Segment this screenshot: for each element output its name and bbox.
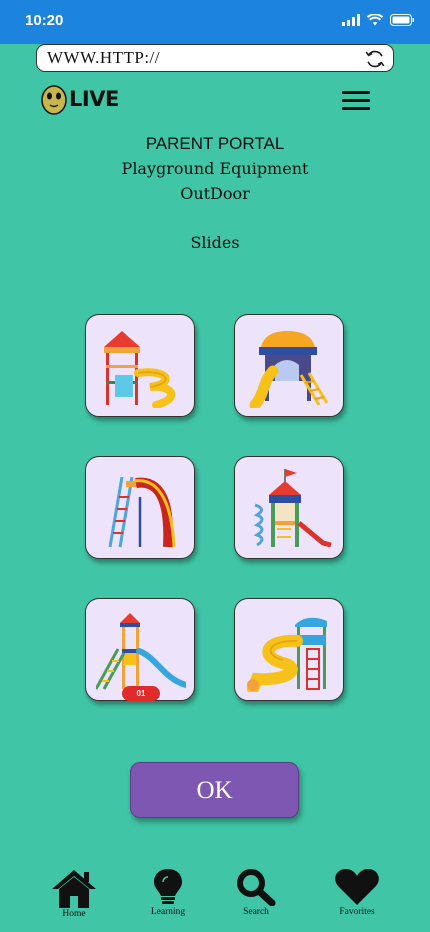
nav-home[interactable]: Home <box>39 868 109 919</box>
castle-tower-slide-icon <box>253 469 332 548</box>
slide-tile-3[interactable] <box>85 456 195 559</box>
url-text[interactable]: WWW.HTTP:// <box>47 48 160 68</box>
tower-spiral-slide-icon <box>104 331 176 408</box>
olive-logo-icon <box>41 85 67 115</box>
slide-tile-5[interactable]: 01 <box>85 598 195 701</box>
nav-search[interactable]: Search <box>221 868 291 917</box>
page-title: PARENT PORTAL <box>145 134 285 153</box>
slide-tile-1[interactable] <box>85 314 195 417</box>
hamburger-menu-icon[interactable] <box>342 91 370 111</box>
heart-icon <box>335 869 379 905</box>
nav-label-home: Home <box>62 909 86 919</box>
yellow-tube-slide-icon <box>247 617 327 692</box>
url-bar[interactable]: WWW.HTTP:// <box>36 44 394 72</box>
signal-icon <box>342 14 360 26</box>
status-icons <box>342 14 414 26</box>
nav-label-learning: Learning <box>150 907 186 917</box>
logo-text: LIVE <box>69 87 119 111</box>
nav-label-search: Search <box>243 907 269 917</box>
nav-favorites[interactable]: Favorites <box>322 868 392 917</box>
wifi-icon <box>367 14 383 26</box>
status-time: 10:20 <box>25 12 64 29</box>
slide-tile-2[interactable] <box>234 314 344 417</box>
search-icon <box>237 869 276 906</box>
category-title: Slides <box>190 233 240 252</box>
nav-label-favorites: Favorites <box>339 907 375 917</box>
reload-icon[interactable] <box>364 48 386 70</box>
slide-tile-6[interactable] <box>234 598 344 701</box>
battery-icon <box>390 14 414 26</box>
tile-badge: 01 <box>122 686 160 701</box>
tower-blue-slide-icon <box>96 613 186 690</box>
dome-roof-slide-icon <box>249 331 329 408</box>
slide-tile-4[interactable] <box>234 456 344 559</box>
page-subtitle: Playground Equipment <box>121 159 309 178</box>
ladder-curved-slide-icon <box>108 476 176 548</box>
home-icon <box>52 870 96 908</box>
status-bar: 10:20 <box>0 0 430 44</box>
lightbulb-icon <box>154 869 182 904</box>
ok-button[interactable]: OK <box>130 762 299 818</box>
nav-learning[interactable]: Learning <box>133 868 203 917</box>
page-subtitle-2: OutDoor <box>180 184 250 203</box>
logo[interactable]: LIVE <box>40 83 119 115</box>
